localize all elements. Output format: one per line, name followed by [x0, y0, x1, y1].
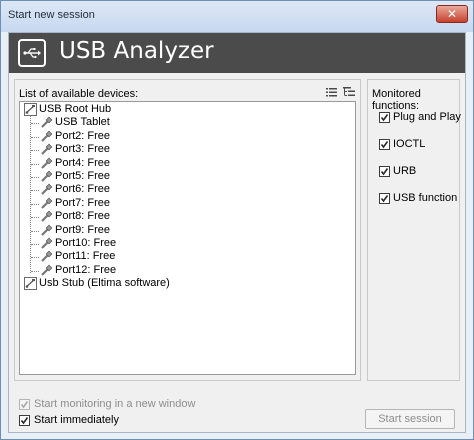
usb-plug-icon — [40, 143, 53, 156]
tree-connector — [31, 177, 39, 178]
tree-connector — [31, 257, 39, 259]
device-tree[interactable]: USB Root Hub USB Tablet Port2: Free Port3: … — [19, 101, 356, 375]
functions-label: Monitored functions: — [372, 88, 421, 112]
start-session-dialog: Start new session ✕ USB Analyzer List of — [0, 0, 474, 440]
tree-connector — [31, 270, 39, 272]
app-header: USB Analyzer — [9, 33, 465, 73]
start-session-button[interactable]: Start session — [365, 409, 455, 429]
tree-connector — [31, 136, 39, 138]
checkbox-box[interactable] — [379, 193, 390, 204]
app-title: USB Analyzer — [59, 38, 214, 64]
usb-plug-icon — [40, 197, 53, 210]
usb-plug-icon — [40, 224, 53, 237]
tree-item-label: Port4: Free — [55, 156, 111, 169]
tree-connector — [31, 123, 39, 125]
tree-item-label: Port10: Free — [55, 237, 117, 249]
window-title: Start new session — [8, 9, 95, 21]
tree-item-label: USB Root Hub — [39, 103, 112, 115]
usb-plug-icon — [40, 264, 53, 277]
tree-connector — [31, 244, 39, 245]
tree-item-label: Port9: Free — [55, 223, 111, 236]
usb-plug-icon — [40, 116, 53, 129]
tree-connector — [31, 163, 39, 165]
title-bar[interactable]: Start new session ✕ — [1, 1, 473, 32]
tree-item-label: Port2: Free — [55, 129, 111, 142]
usb-plug-icon — [40, 237, 53, 250]
tree-item-label: USB Tablet — [55, 116, 110, 129]
tree-item-label: Usb Stub (Eltima software) — [39, 277, 170, 290]
tree-item-label: Port6: Free — [55, 183, 111, 196]
tree-connector — [31, 150, 39, 152]
tree-item-label: Port5: Free — [55, 170, 111, 182]
tree-view-icon[interactable] — [342, 86, 356, 98]
tree-connector — [31, 217, 39, 219]
checkbox-label: Plug and Play — [393, 111, 461, 123]
list-view-icon[interactable] — [325, 86, 339, 98]
usb-plug-icon — [40, 170, 53, 183]
devices-label: List of available devices: — [19, 88, 139, 100]
close-button[interactable]: ✕ — [436, 5, 468, 23]
checkbox-label: USB function — [393, 192, 458, 204]
checkbox-label: IOCTL — [393, 138, 426, 150]
checkbox-box[interactable] — [379, 112, 390, 123]
usb-plug-icon — [40, 157, 53, 170]
checkbox-label: Start monitoring in a new window — [34, 398, 196, 410]
devices-panel: List of available devices: USB Root Hub … — [14, 79, 361, 381]
usb-plug-icon — [40, 183, 53, 196]
usb-icon — [18, 39, 46, 67]
close-icon: ✕ — [446, 7, 458, 21]
tree-item-label: Port3: Free — [55, 143, 111, 156]
usb-plug-icon — [40, 250, 53, 263]
usb-hub-icon — [24, 277, 37, 291]
tree-connector — [31, 190, 39, 192]
tree-connector — [31, 230, 39, 232]
tree-item-label: Port11: Free — [55, 250, 116, 263]
tree-connector — [31, 203, 39, 205]
tree-connector — [30, 116, 31, 273]
checkbox-box[interactable] — [19, 415, 30, 426]
checkbox-box[interactable] — [379, 166, 390, 177]
functions-panel: Monitored functions: Plug and Play IOCTL… — [367, 79, 461, 381]
checkbox-box[interactable] — [19, 399, 30, 410]
checkbox-box[interactable] — [379, 139, 390, 150]
checkbox-label: Start immediately — [34, 414, 119, 426]
dialog-body: USB Analyzer List of available devices: — [8, 32, 466, 433]
tree-item-label: Port7: Free — [55, 196, 111, 209]
usb-plug-icon — [40, 210, 53, 223]
tree-item-label: Port8: Free — [55, 210, 111, 223]
checkbox-label: URB — [393, 165, 417, 177]
tree-item-label: Port12: Free — [55, 263, 117, 276]
usb-plug-icon — [40, 130, 53, 143]
usb-hub-icon — [24, 103, 37, 116]
